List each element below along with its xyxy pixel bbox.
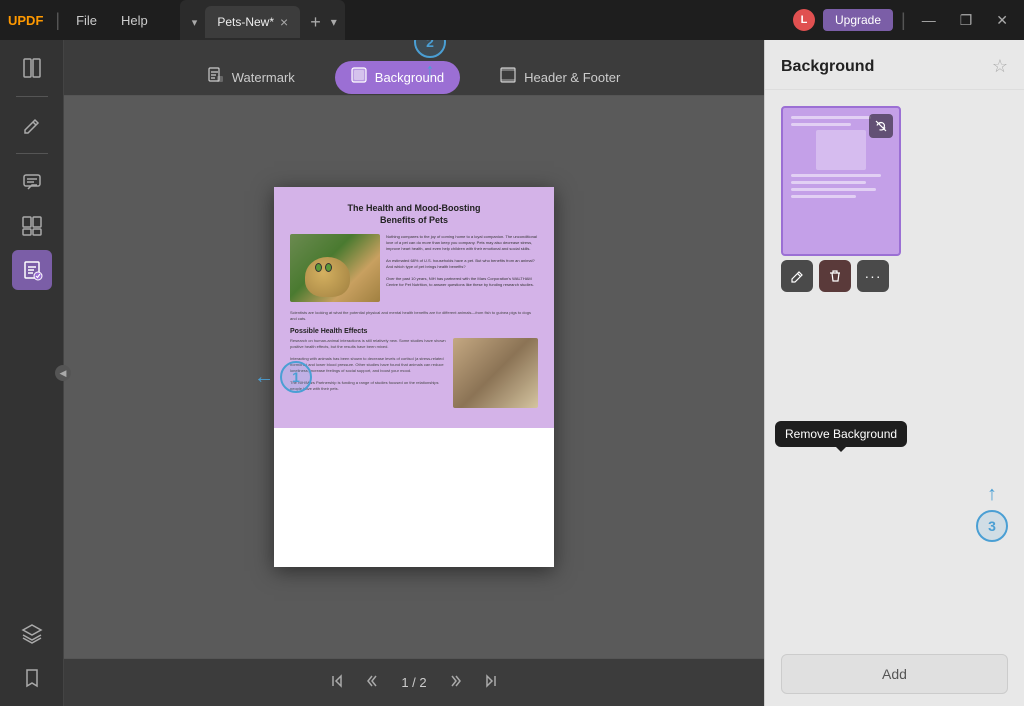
- menu-file[interactable]: File: [68, 11, 105, 30]
- background-icon: [351, 67, 367, 88]
- title-bar-right: L Upgrade | — ❐ ✕: [793, 9, 1016, 31]
- pagination: 1 / 2: [64, 658, 764, 706]
- pdf-title: The Health and Mood-Boosting Benefits of…: [290, 203, 538, 226]
- add-background-button[interactable]: Add: [781, 654, 1008, 694]
- pdf-page-inner: The Health and Mood-Boosting Benefits of…: [274, 187, 554, 428]
- add-tab-button[interactable]: +: [304, 12, 327, 33]
- title-bar: UPDF | File Help ▾ Pets-New* × + ▾ L Upg…: [0, 0, 1024, 40]
- edit-background-button[interactable]: [781, 260, 813, 292]
- right-panel-title: Background: [781, 58, 874, 76]
- dog-image: [453, 338, 538, 408]
- favorite-star-icon[interactable]: ☆: [992, 56, 1008, 77]
- left-sidebar: ◀: [0, 40, 64, 706]
- center-content: 2 ↑ Watermark: [64, 40, 764, 706]
- tab-list-chevron[interactable]: ▾: [331, 15, 337, 29]
- toggle-visibility-icon[interactable]: [869, 114, 893, 138]
- bg-thumb-img-placeholder: [816, 130, 866, 170]
- divider: |: [55, 10, 60, 31]
- tab-close-button[interactable]: ×: [280, 14, 288, 30]
- sidebar-icon-pages[interactable]: [12, 206, 52, 246]
- sidebar-divider-2: [16, 153, 48, 154]
- sidebar-icon-reader[interactable]: [12, 48, 52, 88]
- maximize-button[interactable]: ❐: [952, 10, 981, 31]
- sidebar-icon-layers[interactable]: [12, 614, 52, 654]
- user-avatar: L: [793, 9, 815, 31]
- sidebar-icon-watermark[interactable]: [12, 250, 52, 290]
- first-page-button[interactable]: [325, 670, 351, 695]
- delete-background-button[interactable]: [819, 260, 851, 292]
- cat-image: [290, 234, 380, 302]
- sidebar-collapse-arrow[interactable]: ◀: [55, 365, 71, 381]
- upgrade-button[interactable]: Upgrade: [823, 9, 893, 31]
- pdf-text-middle: Scientists are looking at what the poten…: [290, 310, 538, 321]
- step3-circle: 3: [976, 510, 1008, 542]
- more-options-button[interactable]: ···: [857, 260, 889, 292]
- header-footer-icon: [500, 67, 516, 88]
- tab-area: ▾ Pets-New* × + ▾: [180, 0, 345, 40]
- sidebar-icon-edit[interactable]: [12, 105, 52, 145]
- next-fast-button[interactable]: [443, 670, 469, 695]
- tab-pets-new[interactable]: Pets-New* ×: [205, 6, 300, 38]
- pdf-bottom-section: Research on human-animal interactions is…: [290, 338, 538, 412]
- toolbar-watermark[interactable]: Watermark: [192, 61, 311, 94]
- prev-fast-button[interactable]: [359, 670, 385, 695]
- right-panel: Background ☆: [764, 40, 1024, 706]
- bg-thumb-actions: ···: [781, 260, 1008, 292]
- sidebar-icon-comment[interactable]: [12, 162, 52, 202]
- step1-circle: 1: [280, 361, 312, 393]
- divider2: |: [901, 10, 906, 31]
- step3-annotation: ↑ 3: [976, 483, 1008, 542]
- pdf-page: The Health and Mood-Boosting Benefits of…: [274, 187, 554, 567]
- toolbar-header-footer[interactable]: Header & Footer: [484, 61, 636, 94]
- bg-thumbnail: [781, 106, 901, 256]
- app-logo: UPDF: [8, 13, 43, 28]
- main-layout: ◀ 2 ↑: [0, 40, 1024, 706]
- page-info: 1 / 2: [393, 675, 434, 690]
- toolbar-background[interactable]: Background: [335, 61, 460, 94]
- minimize-button[interactable]: —: [914, 10, 944, 30]
- pdf-section-title: Possible Health Effects: [290, 328, 538, 335]
- step1-arrow: ←: [254, 366, 274, 389]
- tab-title: Pets-New*: [217, 15, 274, 29]
- watermark-label: Watermark: [232, 70, 295, 85]
- watermark-icon: [208, 67, 224, 88]
- background-label: Background: [375, 70, 444, 85]
- pdf-canvas: ← 1 The Health and Mood-Boosting Benefit…: [64, 96, 764, 658]
- pdf-text-top: Nothing compares to the joy of coming ho…: [386, 234, 538, 302]
- toolbar: 2 ↑ Watermark: [64, 40, 764, 96]
- close-button[interactable]: ✕: [988, 10, 1016, 31]
- sidebar-icon-bookmark[interactable]: [12, 658, 52, 698]
- header-footer-label: Header & Footer: [524, 70, 620, 85]
- bg-thumbnail-wrapper: ···: [781, 106, 1008, 292]
- remove-background-tooltip: Remove Background: [775, 421, 907, 447]
- tab-dropdown-arrow[interactable]: ▾: [188, 14, 202, 31]
- sidebar-bottom: [12, 614, 52, 698]
- bg-thumbnail-area: ··· Remove Background ↑ 3: [765, 90, 1024, 642]
- sidebar-divider-1: [16, 96, 48, 97]
- step2-circle: 2: [414, 40, 446, 58]
- last-page-button[interactable]: [477, 670, 503, 695]
- menu-help[interactable]: Help: [113, 11, 156, 30]
- right-panel-header: Background ☆: [765, 40, 1024, 90]
- pdf-content-top: Nothing compares to the joy of coming ho…: [290, 234, 538, 302]
